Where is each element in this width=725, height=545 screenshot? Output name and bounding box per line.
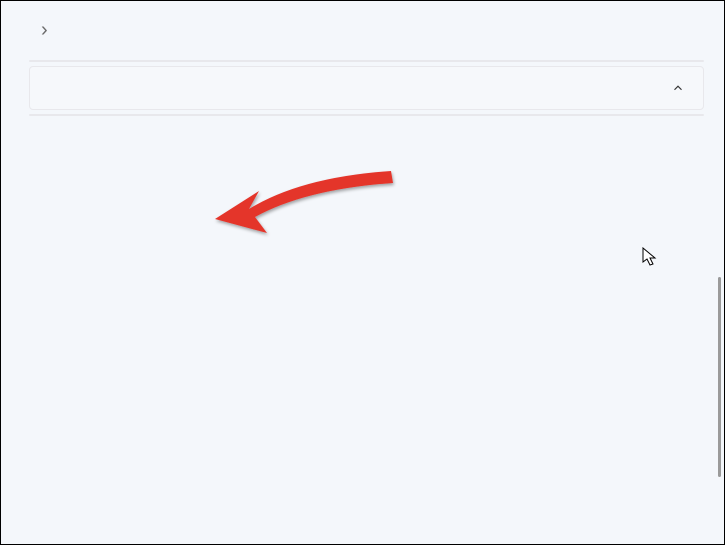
breadcrumb: › [29,19,704,42]
cursor-icon [642,247,660,267]
overflow-apps-group [29,114,704,116]
taskbar-corner-overflow-header[interactable] [29,66,704,110]
taskbar-corner-icons-group [29,60,704,62]
chevron-up-icon [671,81,685,95]
red-arrow-annotation [211,159,401,249]
breadcrumb-separator: › [41,19,48,42]
scrollbar-thumb[interactable] [718,277,721,477]
